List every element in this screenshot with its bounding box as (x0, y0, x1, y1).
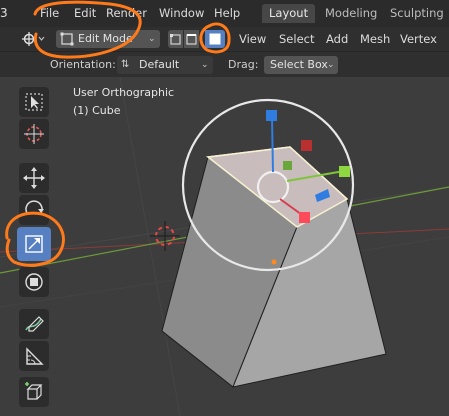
gizmo-z-axis (271, 116, 274, 173)
menu-add[interactable]: Add (326, 32, 348, 46)
viewport-scene (0, 77, 449, 416)
cursor-tool-button[interactable] (19, 119, 49, 149)
gizmo-z-handle (266, 110, 277, 121)
orientation-dropdown[interactable]: ⇅ Default ⌄ (117, 56, 213, 74)
gizmo-x-handle (299, 212, 310, 223)
drag-dropdown[interactable]: Select Box ⌄ (264, 56, 338, 74)
select-box-tool-button[interactable] (19, 87, 49, 117)
drag-value: Select Box (270, 58, 328, 71)
vertex-select-mode-button[interactable] (168, 30, 183, 48)
orientation-icon: ⇅ (121, 59, 130, 70)
move-tool-button[interactable] (19, 163, 49, 193)
menu-window[interactable]: Window (159, 6, 204, 20)
gizmo-xz-plane-handle (301, 140, 312, 151)
blender-logo-icon[interactable]: 3 (0, 6, 8, 20)
mode-dropdown[interactable]: Edit Mode ⌄ (56, 30, 160, 48)
scale-tool-button[interactable] (17, 227, 51, 261)
menu-mesh[interactable]: Mesh (360, 32, 390, 46)
editor-type-icon[interactable] (20, 30, 46, 48)
transform-tool-button[interactable] (19, 267, 49, 297)
chevron-down-icon: ⌄ (327, 60, 335, 70)
add-cube-tool-button[interactable] (19, 377, 49, 407)
menu-render[interactable]: Render (106, 6, 147, 20)
gizmo-y-handle (339, 166, 350, 177)
chevron-down-icon: ⌄ (148, 34, 156, 44)
menu-edit[interactable]: Edit (74, 6, 96, 20)
menu-file[interactable]: File (40, 6, 59, 20)
menu-vertex[interactable]: Vertex (400, 32, 437, 46)
top-menu-bar: 3 File Edit Render Window Help Layout Mo… (0, 0, 449, 27)
face-select-mode-button[interactable] (205, 30, 225, 48)
chevron-down-icon: ⌄ (201, 60, 209, 70)
tab-modeling[interactable]: Modeling (318, 4, 384, 23)
tab-layout[interactable]: Layout (262, 4, 316, 23)
edge-select-mode-button[interactable] (184, 30, 199, 48)
mode-label: Edit Mode (78, 32, 133, 45)
orientation-label: Orientation: (50, 58, 116, 71)
edit-mode-icon (60, 32, 74, 46)
orientation-value: Default (139, 58, 180, 71)
measure-tool-button[interactable] (19, 341, 49, 371)
gizmo-yz-plane-handle (283, 161, 292, 170)
origin-point (271, 259, 277, 265)
rotate-tool-button[interactable] (19, 195, 49, 225)
object-name-label: (1) Cube (73, 104, 121, 117)
menu-help[interactable]: Help (214, 6, 240, 20)
menu-select[interactable]: Select (279, 32, 314, 46)
tool-settings-bar: Orientation: ⇅ Default ⌄ Drag: Select Bo… (0, 51, 449, 78)
annotate-tool-button[interactable] (19, 309, 49, 339)
viewport-header: Edit Mode ⌄ View Select Add Mesh Vertex (0, 27, 449, 51)
3d-viewport[interactable]: User Orthographic (1) Cube (0, 77, 449, 416)
drag-label: Drag: (228, 58, 259, 71)
menu-view[interactable]: View (239, 32, 266, 46)
tab-sculpting[interactable]: Sculpting (383, 4, 449, 23)
view-name-label: User Orthographic (73, 86, 175, 99)
3d-cursor-icon (150, 221, 180, 251)
